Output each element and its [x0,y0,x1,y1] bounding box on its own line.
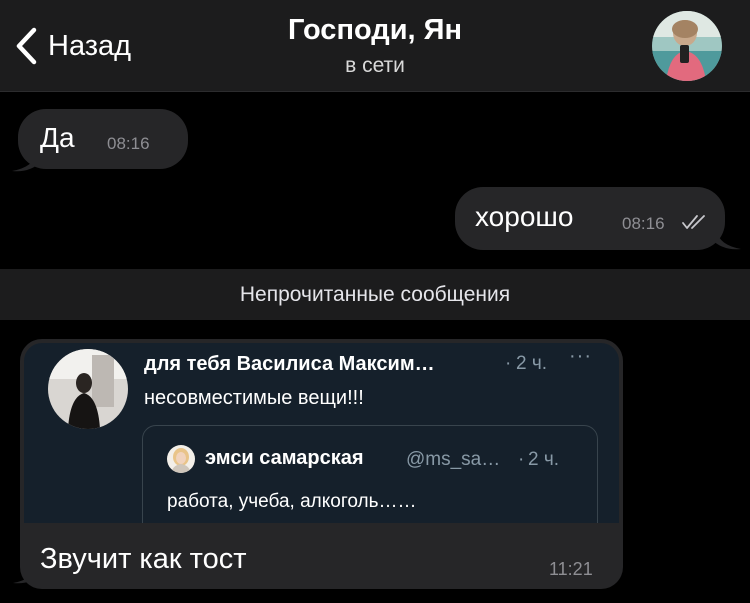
message-text: Да [40,122,75,153]
message-bubble-incoming[interactable]: для тебя Василиса Максим… · 2 ч. ··· нес… [20,339,623,589]
message-time: 11:21 [549,559,593,579]
tweet-separator: · [505,353,512,374]
message-bubble-incoming[interactable]: Да 08:16 [18,109,188,169]
quoted-handle: @ms_sa… [406,449,501,470]
tweet-text: несовместимые вещи!!! [144,387,364,409]
message-text: хорошо [475,201,574,232]
quoted-author: эмси самарская [205,447,364,469]
more-horizontal-icon[interactable]: ··· [569,345,592,368]
quoted-tweet[interactable]: эмси самарская @ms_sa… · 2 ч. работа, уч… [142,425,598,523]
chat-title-block[interactable]: Господи, Ян в сети [0,14,750,78]
tweet-time: 2 ч. [516,353,548,374]
message-text: Звучит как тост [40,543,247,575]
tweet-preview[interactable]: для тебя Василиса Максим… · 2 ч. ··· нес… [24,343,619,523]
online-status: в сети [345,54,405,77]
message-time: 08:16 [107,134,150,153]
message-time: 08:16 [622,214,665,233]
tweet-author-avatar [48,349,128,429]
quoted-separator: · [518,449,525,470]
avatar[interactable] [652,11,722,81]
chat-title: Господи, Ян [287,14,462,46]
unread-divider: Непрочитанные сообщения [0,269,750,320]
unread-divider-label: Непрочитанные сообщения [239,282,511,306]
tweet-author: для тебя Василиса Максим… [144,353,435,375]
chat-area[interactable]: Да 08:16 хорошо 08:16 Непрочитанные сооб… [0,93,750,603]
double-check-icon [681,213,709,236]
quoted-time: 2 ч. [528,449,560,470]
message-bubble-outgoing[interactable]: хорошо 08:16 [455,187,725,250]
quoted-text: работа, учеба, алкоголь…… [167,491,417,512]
quoted-author-avatar [167,445,195,473]
chat-header: Назад Господи, Ян в сети [0,0,750,92]
